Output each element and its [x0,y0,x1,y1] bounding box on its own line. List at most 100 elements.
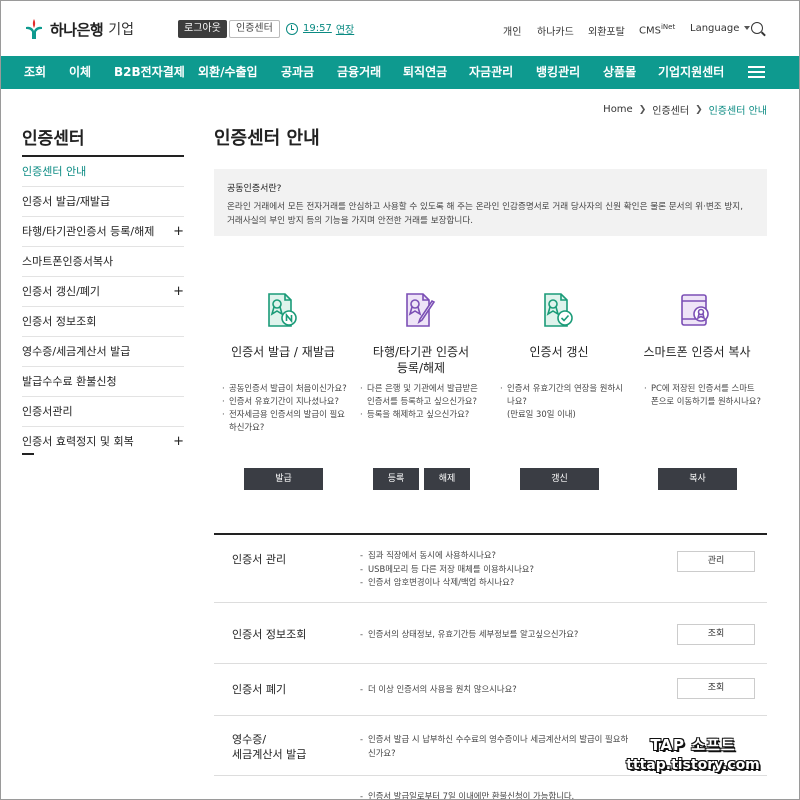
sidebar-item-cert-guide[interactable]: 인증센터 안내 [22,157,184,187]
row-description: 인증서 발급일로부터 7일 이내에만 환불신청이 가능합니다. [360,790,574,800]
gnb-item-b2b[interactable]: B2B전자결제 [114,56,185,89]
row-desc-item: 집과 직장에서 동시에 사용하시나요? [360,549,534,563]
row-description: 인증서 발급 시 납부하신 수수료의 영수증이나 세금계산서의 발급이 필요하신… [360,733,630,760]
row-title-line: 세금계산서 발급 [232,748,307,761]
info-inquiry-button[interactable]: 조회 [677,624,755,645]
logo-text: 하나은행 [50,20,104,39]
sidebar-item-manage[interactable]: 인증서관리 [22,397,184,427]
intro-answer-line: 거래사실의 부인 방지 등의 기능을 가지며 안전한 거래를 보장합니다. [227,216,473,226]
cms-sup: iNet [660,23,676,31]
row-title-line: 영수증/ [232,733,267,746]
revoke-inquiry-button[interactable]: 조회 [677,678,755,699]
card-title: 타행/타기관 인증서 등록/해제 [352,344,490,376]
sidebar-item-issue[interactable]: 인증서 발급/재발급 [22,187,184,217]
breadcrumb-cert-center[interactable]: 인증센터 [652,102,689,117]
table-row-manage: 인증서 관리 집과 직장에서 동시에 사용하시나요? USB메모리 등 다른 저… [214,535,767,603]
intro-answer: 온라인 거래에서 모든 전자거래를 안심하고 사용할 수 있도록 해 주는 온라… [227,200,754,228]
util-link-hanacard[interactable]: 하나카드 [537,23,574,38]
top-bar: 하나은행 기업 로그아웃 인증센터 19:57 연장 개인 하나카드 외환포탈 … [0,0,800,56]
row-title: 인증서 정보조회 [232,628,307,641]
page-title: 인증센터 안내 [214,128,320,149]
intro-question: 공동인증서란? [227,184,282,194]
card-title: 인증서 발급 / 재발급 [231,345,335,359]
gnb-item-products[interactable]: 상품몰 [603,56,636,89]
hana-logo-icon [22,17,46,41]
search-icon[interactable] [751,22,763,34]
copy-button[interactable]: 복사 [658,468,737,490]
language-select[interactable]: Language [690,23,750,34]
service-cards: 인증서 발급 / 재발급 공동인증서 발급이 처음이신가요? 인증서 유효기간이… [214,290,767,490]
gnb-item-support[interactable]: 기업지원센터 [658,56,724,89]
row-description: 집과 직장에서 동시에 사용하시나요? USB메모리 등 다른 저장 매체를 이… [360,549,534,590]
gnb-item-forex[interactable]: 외환/수출입 [198,56,258,89]
extend-session-link[interactable]: 연장 [336,21,354,36]
sidebar-item-suspend[interactable]: 인증서 효력정지 및 회복 + [22,427,184,457]
certificate-register-icon [400,290,440,330]
breadcrumb: Home ❯ 인증센터 ❯ 인증센터 안내 [603,102,767,117]
card-description: 공동인증서 발급이 처음이신가요? 인증서 유효기간이 지나셨나요? 전자세금용… [222,382,348,434]
issue-button[interactable]: 발급 [244,468,323,490]
breadcrumb-home[interactable]: Home [603,104,633,115]
table-row-info: 인증서 정보조회 인증서의 상태정보, 유효기간등 세부정보를 알고싶으신가요?… [214,603,767,664]
gnb-item-utility[interactable]: 공과금 [281,56,314,89]
row-title: 인증서 폐기 [232,683,287,696]
register-button[interactable]: 등록 [373,468,419,490]
card-desc-item: 공동인증서 발급이 처음이신가요? [222,382,348,395]
sidebar-item-other-bank[interactable]: 타행/타기관인증서 등록/해제 + [22,217,184,247]
row-description: 더 이상 인증서의 사용을 원치 않으시나요? [360,683,517,697]
sidebar-item-receipt[interactable]: 영수증/세금계산서 발급 [22,337,184,367]
sidebar-item-info[interactable]: 인증서 정보조회 [22,307,184,337]
gnb-item-pension[interactable]: 퇴직연금 [403,56,447,89]
certificate-renew-icon [538,290,578,330]
expand-icon[interactable]: + [173,277,184,307]
expand-icon[interactable]: + [173,217,184,247]
global-nav: 조회 이체 B2B전자결제 외환/수출입 공과금 금융거래 퇴직연금 자금관리 … [0,56,800,89]
util-link-cms[interactable]: CMSiNet [639,23,675,36]
menu-icon[interactable] [748,66,765,79]
chevron-right-icon: ❯ [638,104,647,115]
card-title: 스마트폰 인증서 복사 [643,345,751,359]
util-link-forex-portal[interactable]: 외환포탈 [588,23,625,38]
sidebar-menu: 인증센터 안내 인증서 발급/재발급 타행/타기관인증서 등록/해제 + 스마트폰… [22,157,184,457]
gnb-item-transfer[interactable]: 이체 [69,56,91,89]
sidebar-item-renew-revoke[interactable]: 인증서 갱신/폐기 + [22,277,184,307]
sidebar-item-label: 인증서 정보조회 [22,315,97,328]
renew-button[interactable]: 갱신 [520,468,599,490]
card-description: 인증서 유효기간의 연장을 원하시나요? (만료일 30일 이내) [500,382,626,421]
gnb-item-inquiry[interactable]: 조회 [24,56,46,89]
cert-center-button[interactable]: 인증센터 [229,20,280,38]
sidebar-item-refund[interactable]: 발급수수료 환불신청 [22,367,184,397]
sidebar-item-label: 인증서 효력정지 및 회복 [22,435,134,448]
gnb-item-finance[interactable]: 금융거래 [337,56,381,89]
row-title: 인증서 관리 [232,553,287,566]
smartphone-copy-icon [676,290,716,330]
intro-box: 공동인증서란? 온라인 거래에서 모든 전자거래를 안심하고 사용할 수 있도록… [214,169,767,236]
card-title-line: 타행/타기관 인증서 [372,345,470,359]
card-desc-note: (만료일 30일 이내) [507,409,576,419]
bank-logo[interactable]: 하나은행 기업 [22,17,134,41]
card-description: PC에 저장된 인증서를 스마트폰으로 이동하기를 원하시나요? [644,382,762,408]
gnb-item-funds[interactable]: 자금관리 [469,56,513,89]
watermark-line: tttap.tistory.com [626,757,760,773]
gnb-item-banking-admin[interactable]: 뱅킹관리 [536,56,580,89]
sidebar-item-label: 인증서관리 [22,405,73,418]
card-desc-item: 인증서 유효기간이 지나셨나요? [222,395,348,408]
expand-icon[interactable]: + [173,427,184,457]
manage-button[interactable]: 관리 [677,551,755,572]
row-desc-item: 더 이상 인증서의 사용을 원치 않으시나요? [360,683,517,697]
util-link-personal[interactable]: 개인 [503,23,521,38]
sidebar-item-label: 타행/타기관인증서 등록/해제 [22,225,155,238]
card-title-line: 등록/해제 [396,361,446,375]
unregister-button[interactable]: 해제 [424,468,470,490]
card-desc-item: 다른 은행 및 기관에서 발급받은 인증서를 등록하고 싶으신가요? [360,382,486,408]
row-desc-item: 인증서의 상태정보, 유효기간등 세부정보를 알고싶으신가요? [360,628,578,642]
sidebar-item-label: 스마트폰인증서복사 [22,255,114,268]
sidebar-item-label: 인증서 발급/재발급 [22,195,111,208]
logo-subtitle: 기업 [108,22,134,38]
sidebar-item-smartphone-copy[interactable]: 스마트폰인증서복사 [22,247,184,277]
row-desc-item: 인증서 발급일로부터 7일 이내에만 환불신청이 가능합니다. [360,790,574,800]
logout-button[interactable]: 로그아웃 [178,20,227,38]
session-time: 19:57 [303,23,332,34]
watermark-line: TAP 소프트 [650,736,736,754]
clock-icon [286,22,298,35]
